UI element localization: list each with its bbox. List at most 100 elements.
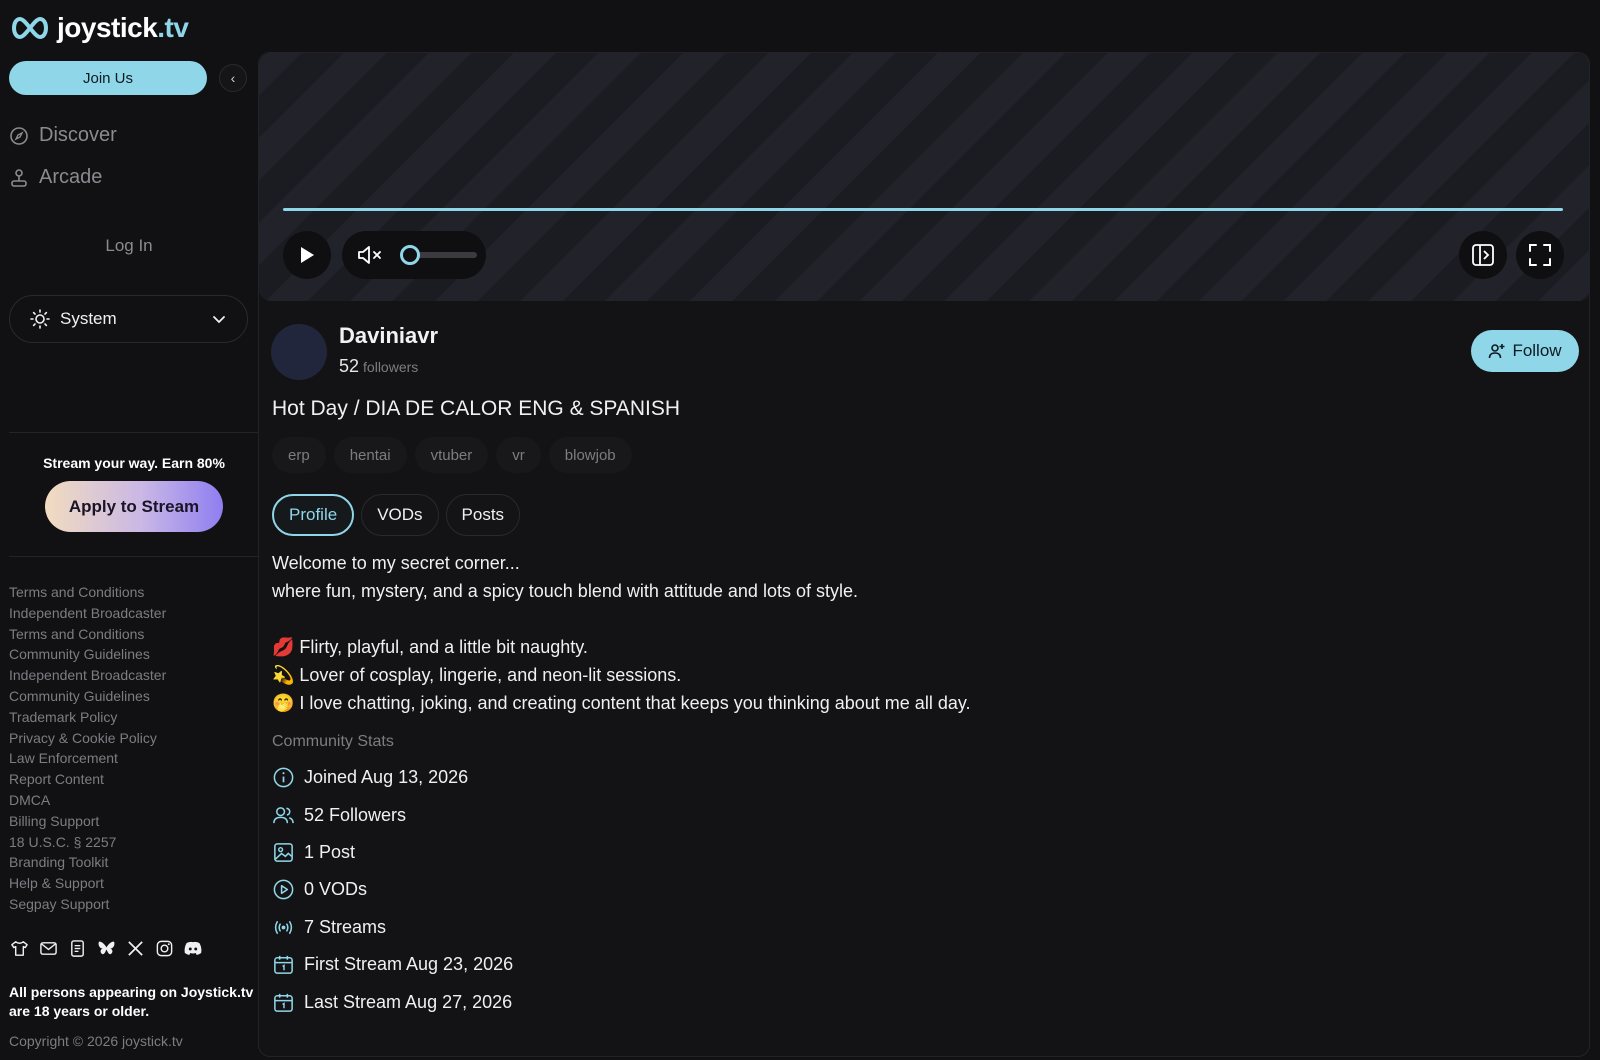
document-icon[interactable] — [67, 938, 87, 958]
bio-line: Welcome to my secret corner... — [272, 553, 520, 573]
promo-text: Stream your way. Earn 80% — [43, 455, 225, 471]
follow-label: Follow — [1512, 341, 1562, 360]
stat-text: 1 Post — [304, 841, 356, 862]
footer-link[interactable]: 18 U.S.C. § 2257 — [9, 832, 249, 853]
bluesky-icon[interactable] — [96, 938, 116, 958]
footer-link[interactable]: Community Guidelines — [9, 686, 249, 707]
streamer-name[interactable]: Daviniavr — [339, 323, 438, 349]
login-link[interactable]: Log In — [0, 236, 258, 256]
footer-link[interactable]: DMCA — [9, 790, 249, 811]
nav-item-arcade[interactable]: Arcade — [9, 166, 102, 189]
footer-link[interactable]: Trademark Policy — [9, 707, 249, 728]
volume-control — [342, 231, 486, 279]
footer-link[interactable]: Terms and Conditions — [9, 624, 249, 645]
profile-bio: Welcome to my secret corner... where fun… — [272, 549, 1272, 717]
join-us-button[interactable]: Join Us — [9, 61, 207, 95]
footer-link[interactable]: Help & Support — [9, 873, 249, 894]
chevron-left-icon: ‹ — [230, 70, 236, 86]
follower-number: 52 — [339, 356, 360, 376]
user-plus-icon — [1489, 344, 1505, 359]
tag-chip[interactable]: vr — [496, 437, 541, 473]
fullscreen-button[interactable] — [1516, 231, 1564, 279]
compass-icon — [10, 126, 28, 145]
copyright: Copyright © 2026 joystick.tv — [9, 1033, 183, 1049]
stat-text: Last Stream Aug 27, 2026 — [304, 991, 513, 1012]
tag-list: erp hentai vtuber vr blowjob — [272, 437, 632, 473]
stat-text: First Stream Aug 23, 2026 — [304, 954, 514, 975]
stat-joined: Joined Aug 13, 2026 — [272, 759, 513, 796]
fullscreen-icon — [1529, 244, 1551, 266]
logo-text: joystick.tv — [57, 12, 189, 43]
calendar-icon — [274, 993, 293, 1012]
tag-chip[interactable]: blowjob — [548, 437, 632, 473]
footer-link[interactable]: Community Guidelines — [9, 644, 249, 665]
mute-icon[interactable] — [356, 243, 384, 267]
tshirt-icon[interactable] — [9, 938, 29, 958]
community-stats-title: Community Stats — [272, 733, 394, 750]
bio-line: where fun, mystery, and a spicy touch bl… — [272, 581, 858, 601]
play-button[interactable] — [283, 231, 331, 279]
stat-streams: 7 Streams — [272, 909, 513, 946]
tag-chip[interactable]: hentai — [333, 437, 407, 473]
stat-last-stream: Last Stream Aug 27, 2026 — [272, 983, 513, 1020]
divider — [9, 432, 258, 433]
theater-mode-button[interactable] — [1459, 231, 1507, 279]
bio-line — [272, 605, 1272, 633]
users-icon — [273, 806, 294, 823]
nav-label: Arcade — [39, 166, 103, 188]
theme-label: System — [60, 309, 117, 328]
calendar-icon — [274, 956, 293, 975]
footer-link[interactable]: Independent Broadcaster — [9, 665, 249, 686]
footer-link[interactable]: Privacy & Cookie Policy — [9, 728, 249, 749]
nav-item-discover[interactable]: Discover — [9, 124, 117, 147]
follow-button[interactable]: Follow — [1471, 330, 1579, 372]
sidebar: joystick.tv Join Us ‹ Discover Arcade Lo… — [0, 0, 258, 1060]
social-links — [9, 938, 203, 958]
tab-vods[interactable]: VODs — [361, 494, 439, 536]
stream-title: Hot Day / DIA DE CALOR ENG & SPANISH — [272, 397, 681, 420]
footer-link[interactable]: Report Content — [9, 769, 249, 790]
tag-chip[interactable]: erp — [272, 437, 326, 473]
footer-links: Terms and Conditions Independent Broadca… — [9, 582, 249, 915]
instagram-icon[interactable] — [154, 938, 174, 958]
footer-link[interactable]: Law Enforcement — [9, 748, 249, 769]
sidebar-panel-icon — [1472, 244, 1494, 266]
chevron-down-icon — [213, 316, 225, 324]
avatar[interactable] — [271, 324, 327, 380]
logo[interactable]: joystick.tv — [9, 12, 189, 44]
footer-link[interactable]: Terms and Conditions — [9, 582, 249, 603]
progress-bar[interactable] — [283, 208, 1563, 211]
community-stats: Joined Aug 13, 2026 52 Followers 1 Post … — [272, 759, 513, 1021]
follower-count: 52 followers — [339, 356, 418, 377]
mail-icon[interactable] — [38, 938, 58, 958]
x-icon[interactable] — [125, 938, 145, 958]
footer-link[interactable]: Billing Support — [9, 811, 249, 832]
infinity-logo-icon — [12, 16, 48, 40]
collapse-sidebar-button[interactable]: ‹ — [219, 64, 247, 92]
tab-posts[interactable]: Posts — [445, 494, 521, 536]
play-icon — [301, 247, 314, 263]
tab-profile[interactable]: Profile — [272, 494, 355, 536]
footer-link[interactable]: Independent Broadcaster — [9, 603, 249, 624]
theme-select[interactable]: System — [9, 295, 248, 343]
channel-tabs: Profile VODs Posts — [272, 494, 521, 536]
bio-line: 💋 Flirty, playful, and a little bit naug… — [272, 637, 588, 657]
tag-chip[interactable]: vtuber — [414, 437, 489, 473]
video-player[interactable] — [259, 53, 1589, 301]
info-icon — [273, 767, 294, 788]
footer-link[interactable]: Branding Toolkit — [9, 852, 249, 873]
nav-label: Discover — [39, 124, 117, 146]
stat-text: 0 VODs — [304, 879, 368, 900]
app: joystick.tv Join Us ‹ Discover Arcade Lo… — [0, 0, 1600, 1060]
apply-to-stream-button[interactable]: Apply to Stream — [45, 481, 223, 532]
joystick-icon — [11, 168, 27, 187]
footer-link[interactable]: Segpay Support — [9, 894, 249, 915]
stat-followers: 52 Followers — [272, 796, 513, 833]
volume-slider-knob[interactable] — [400, 245, 420, 265]
discord-icon[interactable] — [183, 938, 203, 958]
followers-label: followers — [363, 359, 419, 375]
stat-text: 52 Followers — [304, 804, 407, 825]
stat-text: Joined Aug 13, 2026 — [304, 767, 469, 788]
play-circle-icon — [273, 879, 294, 900]
stat-first-stream: First Stream Aug 23, 2026 — [272, 946, 513, 983]
